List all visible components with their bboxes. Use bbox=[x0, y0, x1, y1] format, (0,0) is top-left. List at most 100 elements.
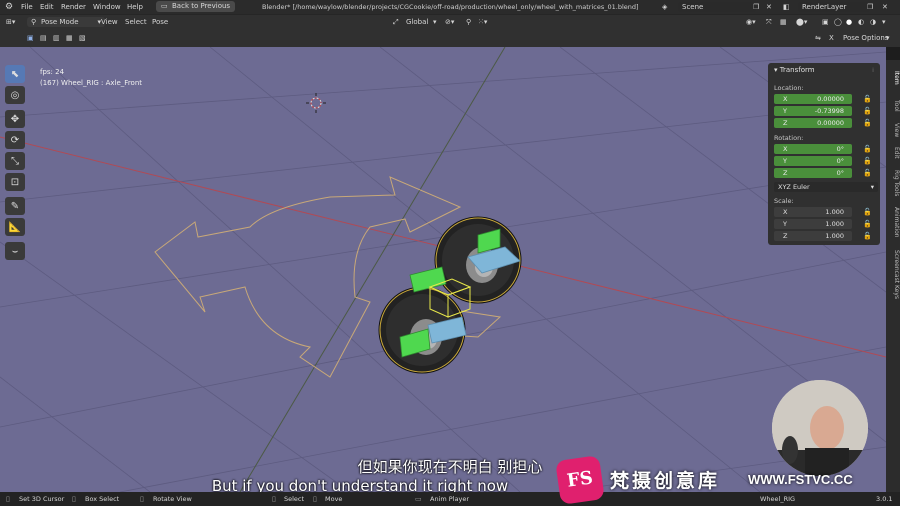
lock-icon[interactable]: 🔓 bbox=[863, 208, 872, 216]
mirror-icon[interactable]: ⇋ bbox=[815, 31, 821, 45]
lock-icon[interactable]: 🔓 bbox=[863, 232, 872, 240]
chevron-down-icon: ▾ bbox=[870, 183, 874, 191]
3d-cursor[interactable] bbox=[306, 93, 326, 113]
viewport-scene bbox=[0, 47, 886, 492]
drag-handle-icon[interactable]: ⁞ bbox=[872, 66, 874, 74]
toggle-xray-icon[interactable]: ▣ bbox=[822, 15, 829, 29]
menu-select[interactable]: Select bbox=[125, 15, 147, 29]
measure-tool-icon[interactable]: 📐 bbox=[5, 218, 25, 236]
status-select: Select bbox=[284, 495, 305, 503]
chevron-down-icon[interactable]: ▾ bbox=[433, 15, 437, 29]
pose-options-button[interactable]: Pose Options bbox=[843, 31, 888, 45]
move-tool-icon[interactable]: ✥ bbox=[5, 110, 25, 128]
select-mode-extend-icon[interactable]: ▤ bbox=[40, 31, 47, 45]
lock-icon[interactable]: 🔓 bbox=[863, 95, 872, 103]
gizmo-icon[interactable]: ⤧ bbox=[766, 15, 772, 29]
material-shading-icon[interactable]: ◐ bbox=[858, 15, 864, 29]
mouse-middle-icon: ▯ bbox=[72, 495, 76, 503]
annotate-tool-icon[interactable]: ✎ bbox=[5, 197, 25, 215]
tab-view[interactable]: View bbox=[886, 118, 900, 142]
status-rotate-view: Rotate View bbox=[153, 495, 192, 503]
rendered-shading-icon[interactable]: ◑ bbox=[870, 15, 876, 29]
bone-size-tool-icon[interactable]: ⌣ bbox=[5, 242, 25, 260]
lock-icon[interactable]: 🔓 bbox=[863, 107, 872, 115]
3d-viewport[interactable]: fps: 24 (167) Wheel_RIG : Axle_Front bbox=[0, 47, 886, 492]
snap-icon[interactable]: ⚲ bbox=[466, 15, 471, 29]
lock-icon[interactable]: 🔓 bbox=[863, 220, 872, 228]
status-version: 3.0.1 bbox=[876, 495, 893, 503]
scale-tool-icon[interactable]: ⤡ bbox=[5, 152, 25, 170]
rotation-mode-dropdown[interactable]: XYZ Euler ▾ bbox=[774, 182, 878, 192]
xray-icon[interactable]: ⬤▾ bbox=[796, 15, 807, 29]
object-info-text: (167) Wheel_RIG : Axle_Front bbox=[40, 79, 143, 87]
chevron-down-icon[interactable]: ▾ bbox=[886, 31, 890, 45]
location-z-field[interactable]: Z 0.00000 bbox=[774, 118, 852, 128]
wireframe-shading-icon[interactable]: ◯ bbox=[834, 15, 842, 29]
menu-window[interactable]: Window bbox=[93, 0, 121, 14]
solid-shading-icon[interactable]: ● bbox=[846, 15, 852, 29]
rotation-y-field[interactable]: Y 0° bbox=[774, 156, 852, 166]
menu-view[interactable]: View bbox=[101, 15, 118, 29]
overlay-icon[interactable]: ▦ bbox=[780, 15, 787, 29]
watermark: FS 梵摄创意库 WWW.FSTVC.CC bbox=[555, 454, 856, 505]
tab-tool[interactable]: Tool bbox=[886, 94, 900, 118]
tab-screencast-keys[interactable]: Screencast Keys bbox=[886, 244, 900, 304]
visibility-icon[interactable]: ◉▾ bbox=[746, 15, 756, 29]
location-y-field[interactable]: Y -0.73998 bbox=[774, 106, 852, 116]
top-bar: ⚙ File Edit Render Window Help ▭ Back to… bbox=[0, 0, 900, 14]
transform-panel-header[interactable]: ▾ Transform bbox=[774, 66, 815, 74]
rotation-x-field[interactable]: X 0° bbox=[774, 144, 852, 154]
scene-field[interactable]: Scene bbox=[678, 2, 756, 12]
scale-x-field[interactable]: X 1.000 bbox=[774, 207, 852, 217]
editor-type-icon[interactable]: ⊞▾ bbox=[6, 15, 15, 29]
menu-render[interactable]: Render bbox=[61, 0, 86, 14]
window-title: Blender* [/home/waylow/blender/projects/… bbox=[262, 3, 639, 11]
status-anim-player: Anim Player bbox=[430, 495, 469, 503]
select-mode-new-icon[interactable]: ▣ bbox=[27, 31, 34, 45]
scale-y-field[interactable]: Y 1.000 bbox=[774, 219, 852, 229]
new-scene-icon[interactable]: ❐ bbox=[753, 0, 759, 14]
select-mode-subtract-icon[interactable]: ▥ bbox=[53, 31, 60, 45]
select-tool-icon[interactable]: ⬉ bbox=[5, 65, 25, 83]
transform-panel: ▾ Transform ⁞ Location: X 0.00000 Y -0.739… bbox=[768, 63, 880, 245]
remove-layer-icon[interactable]: ✕ bbox=[882, 0, 888, 14]
status-set-3d-cursor: Set 3D Cursor bbox=[19, 495, 65, 503]
x-mirror-toggle[interactable]: X bbox=[829, 31, 834, 45]
remove-scene-icon[interactable]: ✕ bbox=[766, 0, 772, 14]
lock-icon[interactable]: 🔓 bbox=[863, 157, 872, 165]
mouse-right-icon: ▯ bbox=[140, 495, 144, 503]
menu-edit[interactable]: Edit bbox=[40, 0, 54, 14]
location-x-field[interactable]: X 0.00000 bbox=[774, 94, 852, 104]
viewport-header: ⊞▾ ⚲ Pose Mode ▾ View Select Pose ⤢ Glob… bbox=[0, 14, 900, 31]
pivot-icon[interactable]: ⊘▾ bbox=[445, 15, 454, 29]
tab-item[interactable]: Item bbox=[886, 66, 900, 90]
rotation-z-field[interactable]: Z 0° bbox=[774, 168, 852, 178]
select-mode-invert-icon[interactable]: ▦ bbox=[66, 31, 73, 45]
lock-icon[interactable]: 🔓 bbox=[863, 119, 872, 127]
tab-edit[interactable]: Edit bbox=[886, 142, 900, 164]
mouse-icon: ▯ bbox=[272, 495, 276, 503]
scale-z-field[interactable]: Z 1.000 bbox=[774, 231, 852, 241]
rotate-tool-icon[interactable]: ⟳ bbox=[5, 131, 25, 149]
lock-icon[interactable]: 🔓 bbox=[863, 145, 872, 153]
snap-target-icon[interactable]: ⁙▾ bbox=[478, 15, 487, 29]
blender-logo-icon[interactable]: ⚙ bbox=[5, 0, 13, 14]
pose-mode-icon: ⚲ bbox=[31, 18, 37, 26]
menu-file[interactable]: File bbox=[21, 0, 33, 14]
mode-dropdown[interactable]: ⚲ Pose Mode ▾ bbox=[27, 17, 105, 27]
menu-pose[interactable]: Pose bbox=[152, 15, 168, 29]
new-layer-icon[interactable]: ❐ bbox=[867, 0, 873, 14]
transform-tool-icon[interactable]: ⊡ bbox=[5, 173, 25, 191]
scene-icon: ◈ bbox=[662, 3, 668, 11]
orientation-dropdown[interactable]: Global bbox=[406, 15, 428, 29]
shading-options-icon[interactable]: ▾ bbox=[882, 15, 886, 29]
tab-animation[interactable]: Animation bbox=[886, 204, 900, 240]
render-layer-field[interactable]: RenderLayer bbox=[798, 2, 870, 12]
back-to-previous-button[interactable]: ▭ Back to Previous bbox=[156, 1, 236, 12]
tab-rig-tools[interactable]: Rig Tools bbox=[886, 166, 900, 200]
menu-help[interactable]: Help bbox=[127, 0, 143, 14]
lock-icon[interactable]: 🔓 bbox=[863, 169, 872, 177]
chevron-down-icon: ▾ bbox=[774, 66, 778, 74]
cursor-tool-icon[interactable]: ◎ bbox=[5, 86, 25, 104]
select-mode-intersect-icon[interactable]: ▧ bbox=[79, 31, 86, 45]
